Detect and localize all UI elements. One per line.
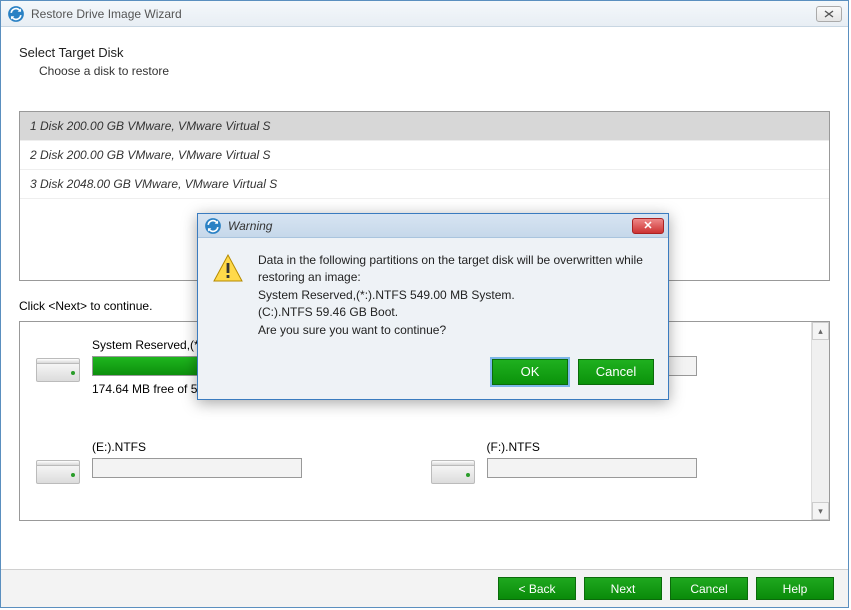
disk-row[interactable]: 1 Disk 200.00 GB VMware, VMware Virtual … — [20, 112, 829, 141]
disk-icon — [431, 460, 475, 490]
usage-bar — [92, 458, 302, 478]
dialog-titlebar: Warning ✕ — [198, 214, 668, 238]
scrollbar-vertical[interactable]: ▴ ▾ — [811, 322, 829, 520]
wizard-window: Restore Drive Image Wizard Select Target… — [0, 0, 849, 608]
divider — [19, 92, 830, 93]
disk-row[interactable]: 3 Disk 2048.00 GB VMware, VMware Virtual… — [20, 170, 829, 199]
dialog-line: Data in the following partitions on the … — [258, 252, 650, 287]
warning-icon — [212, 252, 244, 339]
dialog-buttons: OK Cancel — [198, 353, 668, 399]
dialog-title: Warning — [228, 219, 632, 233]
partition-label: (E:).NTFS — [92, 440, 401, 454]
page-subtitle: Choose a disk to restore — [39, 64, 830, 78]
dialog-ok-button[interactable]: OK — [492, 359, 568, 385]
dialog-close-button[interactable]: ✕ — [632, 218, 664, 234]
dialog-line: System Reserved,(*:).NTFS 549.00 MB Syst… — [258, 287, 650, 304]
disk-row-label: 2 Disk 200.00 GB VMware, VMware Virtual … — [30, 148, 271, 162]
partition-label: (F:).NTFS — [487, 440, 796, 454]
partition-item: (E:).NTFS — [36, 440, 401, 504]
wizard-footer: < Back Next Cancel Help — [1, 569, 848, 607]
disk-icon — [36, 358, 80, 388]
warning-dialog: Warning ✕ Data in the following partitio… — [197, 213, 669, 400]
window-title: Restore Drive Image Wizard — [31, 7, 816, 21]
usage-bar — [487, 458, 697, 478]
disk-row-label: 1 Disk 200.00 GB VMware, VMware Virtual … — [30, 119, 271, 133]
back-button[interactable]: < Back — [498, 577, 576, 600]
dialog-message: Data in the following partitions on the … — [258, 252, 650, 339]
dialog-line: Are you sure you want to continue? — [258, 322, 650, 339]
scroll-down-button[interactable]: ▾ — [812, 502, 829, 520]
disk-row-label: 3 Disk 2048.00 GB VMware, VMware Virtual… — [30, 177, 277, 191]
window-close-button[interactable] — [816, 6, 842, 22]
scroll-track[interactable] — [812, 340, 829, 502]
scroll-up-button[interactable]: ▴ — [812, 322, 829, 340]
cancel-button[interactable]: Cancel — [670, 577, 748, 600]
app-icon — [204, 217, 222, 235]
help-button[interactable]: Help — [756, 577, 834, 600]
disk-row[interactable]: 2 Disk 200.00 GB VMware, VMware Virtual … — [20, 141, 829, 170]
dialog-line: (C:).NTFS 59.46 GB Boot. — [258, 304, 650, 321]
dialog-cancel-button[interactable]: Cancel — [578, 359, 654, 385]
next-button[interactable]: Next — [584, 577, 662, 600]
page-title: Select Target Disk — [19, 45, 830, 60]
disk-icon — [36, 460, 80, 490]
partition-item: (F:).NTFS — [431, 440, 796, 504]
app-icon — [7, 5, 25, 23]
dialog-body: Data in the following partitions on the … — [198, 238, 668, 353]
titlebar: Restore Drive Image Wizard — [1, 1, 848, 27]
